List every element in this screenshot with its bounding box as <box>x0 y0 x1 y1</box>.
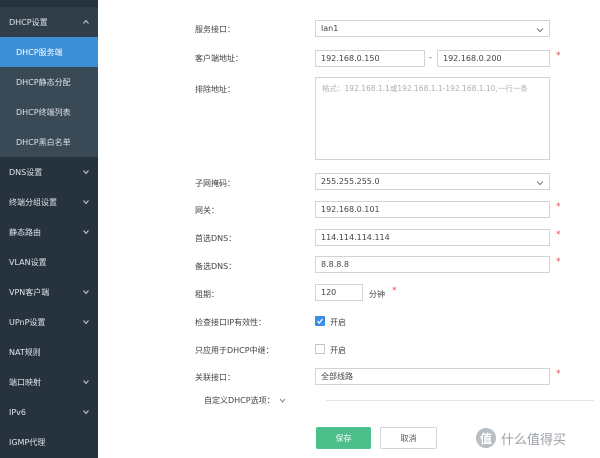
dhcp-server-form: 服务接口： lan1 客户端地址： 192.168.0.150 - 192.16… <box>98 0 600 458</box>
sidebar-item-port-mapping[interactable]: 端口映射 <box>0 367 98 397</box>
chevron-down-icon <box>83 319 89 325</box>
chevron-down-icon <box>279 398 286 403</box>
gateway-input[interactable]: 192.168.0.101 <box>315 201 550 218</box>
check-ip-checkbox[interactable] <box>315 316 325 326</box>
sidebar-group-dhcp[interactable]: DHCP设置 <box>0 7 98 37</box>
sidebar-group-header[interactable]: DHCP设置 <box>0 7 98 37</box>
cancel-button[interactable]: 取消 <box>380 427 437 449</box>
check-ip-label: 检查接口IP有效性： <box>195 318 267 327</box>
client-address-label: 客户端地址： <box>195 54 243 63</box>
required-mark: * <box>392 286 397 296</box>
custom-options-label: 自定义DHCP选项： <box>204 396 275 405</box>
lease-label: 租期： <box>195 290 219 299</box>
custom-options-toggle[interactable]: 自定义DHCP选项： <box>204 395 286 406</box>
chevron-down-icon <box>83 289 89 295</box>
sidebar-item-ipv6[interactable]: IPv6 <box>0 397 98 427</box>
subnet-mask-label: 子网掩码： <box>195 179 235 188</box>
bind-interface-input[interactable]: 全部线路 <box>315 368 550 385</box>
required-mark: * <box>556 230 561 240</box>
client-address-start-input[interactable]: 192.168.0.150 <box>315 50 425 67</box>
client-address-end-input[interactable]: 192.168.0.200 <box>437 50 550 67</box>
section-divider <box>326 400 594 401</box>
sidebar: DHCP设置 DHCP服务端 DHCP静态分配 DHCP终端列表 DHCP黑白名… <box>0 0 98 458</box>
primary-dns-label: 首选DNS： <box>195 234 237 243</box>
chevron-down-icon <box>83 199 89 205</box>
chevron-down-icon <box>83 169 89 175</box>
exclude-address-label: 排除地址： <box>195 85 235 94</box>
watermark: 值 什么值得买 <box>476 428 566 448</box>
service-interface-label: 服务接口： <box>195 25 235 34</box>
chevron-down-icon <box>83 409 89 415</box>
required-mark: * <box>556 51 561 61</box>
watermark-badge: 值 <box>476 428 496 448</box>
sidebar-sub-dhcp-clients[interactable]: DHCP终端列表 <box>0 97 98 127</box>
secondary-dns-input[interactable]: 8.8.8.8 <box>315 256 550 273</box>
relay-only-checkbox[interactable] <box>315 344 325 354</box>
sidebar-item-static-route[interactable]: 静态路由 <box>0 217 98 247</box>
gateway-label: 网关： <box>195 206 219 215</box>
primary-dns-input[interactable]: 114.114.114.114 <box>315 229 550 246</box>
relay-only-text: 开启 <box>330 346 346 355</box>
chevron-up-icon <box>83 19 89 25</box>
watermark-text: 什么值得买 <box>501 432 567 448</box>
required-mark: * <box>556 257 561 267</box>
chevron-down-icon <box>83 229 89 235</box>
sidebar-item-nat[interactable]: NAT规则 <box>0 337 98 367</box>
required-mark: * <box>556 369 561 379</box>
secondary-dns-label: 备选DNS： <box>195 262 237 271</box>
chevron-down-icon <box>83 379 89 385</box>
sidebar-sub-dhcp-static[interactable]: DHCP静态分配 <box>0 67 98 97</box>
checkmark-icon <box>317 318 324 324</box>
lease-unit: 分钟 <box>369 290 385 299</box>
sidebar-sub-dhcp-server[interactable]: DHCP服务端 <box>0 37 98 67</box>
sidebar-item-igmp[interactable]: IGMP代理 <box>0 427 98 457</box>
relay-only-label: 只应用于DHCP中继： <box>195 346 274 355</box>
sidebar-item-vpn-client[interactable]: VPN客户端 <box>0 277 98 307</box>
sidebar-item-terminal-group[interactable]: 终端分组设置 <box>0 187 98 217</box>
chevron-down-icon <box>536 179 544 188</box>
exclude-address-textarea[interactable]: 格式：192.168.1.1或192.168.1.1-192.168.1.10,… <box>315 77 550 160</box>
save-button[interactable]: 保存 <box>316 427 371 449</box>
sidebar-sub-dhcp-blacklist[interactable]: DHCP黑白名单 <box>0 127 98 157</box>
sidebar-group-label: DHCP设置 <box>9 17 48 27</box>
service-interface-select[interactable]: lan1 <box>315 20 550 37</box>
bind-interface-label: 关联接口： <box>195 373 235 382</box>
client-address-separator: - <box>429 53 432 62</box>
required-mark: * <box>556 202 561 212</box>
sidebar-item-dns[interactable]: DNS设置 <box>0 157 98 187</box>
sidebar-item-vlan[interactable]: VLAN设置 <box>0 247 98 277</box>
lease-input[interactable]: 120 <box>315 284 363 301</box>
sidebar-item-upnp[interactable]: UPnP设置 <box>0 307 98 337</box>
chevron-down-icon <box>536 26 544 35</box>
subnet-mask-select[interactable]: 255.255.255.0 <box>315 173 550 190</box>
check-ip-text: 开启 <box>330 318 346 327</box>
